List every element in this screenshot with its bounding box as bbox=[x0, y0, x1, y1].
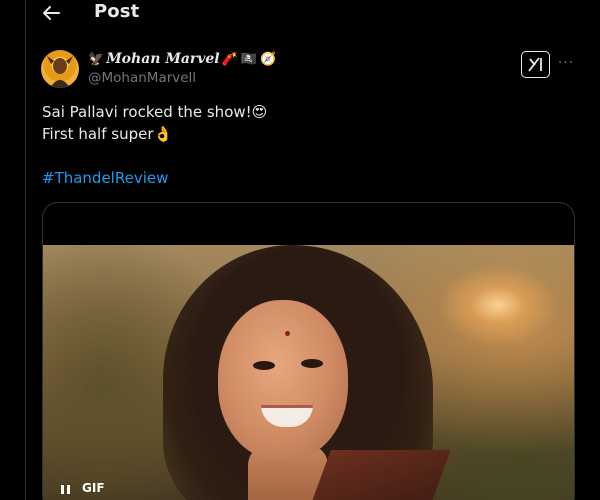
page-title: Post bbox=[94, 1, 140, 22]
gif-subject-face bbox=[218, 300, 348, 460]
tweet-text: Sai Pallavi rocked the show!😍 First half… bbox=[42, 101, 267, 145]
post-header: Post bbox=[26, 0, 600, 28]
gif-subject-eye bbox=[301, 359, 323, 368]
back-button[interactable] bbox=[38, 2, 64, 24]
arrow-left-icon bbox=[43, 6, 60, 20]
pause-button[interactable] bbox=[57, 482, 73, 496]
gif-subject-eye bbox=[253, 361, 275, 370]
tweet-line: Sai Pallavi rocked the show!😍 bbox=[42, 103, 268, 121]
pause-icon bbox=[60, 484, 64, 494]
tweet-line: First half super👌 bbox=[42, 125, 173, 143]
hashtag-link[interactable]: #ThandelReview bbox=[42, 169, 168, 187]
compass-emoji: 🧭 bbox=[260, 51, 277, 67]
pirate-flag-emoji: 🏴‍☠️ bbox=[240, 51, 258, 67]
author-handle[interactable]: @MohanMarvell bbox=[88, 70, 276, 86]
more-options-button[interactable]: ··· bbox=[554, 52, 578, 74]
gif-badge: GIF bbox=[82, 481, 105, 495]
avatar[interactable] bbox=[41, 50, 79, 88]
author-display-name[interactable]: Mohan Marvel bbox=[106, 51, 219, 67]
gif-controls: GIF bbox=[43, 473, 574, 500]
pause-icon bbox=[66, 484, 70, 494]
gif-subject-bindi bbox=[285, 331, 290, 336]
avatar-illustration bbox=[47, 56, 73, 88]
grok-button[interactable] bbox=[521, 51, 550, 78]
eagle-emoji: 🦅 bbox=[88, 51, 105, 67]
post-column: Post 🦅 Mohan Marvel 🧨 🏴‍☠️ 🧭 @MohanMarve… bbox=[25, 0, 600, 500]
gif-frame[interactable] bbox=[43, 245, 574, 500]
author-name-line[interactable]: 🦅 Mohan Marvel 🧨 🏴‍☠️ 🧭 bbox=[88, 49, 276, 69]
author-block: 🦅 Mohan Marvel 🧨 🏴‍☠️ 🧭 @MohanMarvell bbox=[88, 49, 276, 86]
grok-icon bbox=[528, 57, 542, 72]
media-card[interactable]: GIF bbox=[42, 202, 575, 500]
firecracker-emoji: 🧨 bbox=[221, 51, 238, 67]
